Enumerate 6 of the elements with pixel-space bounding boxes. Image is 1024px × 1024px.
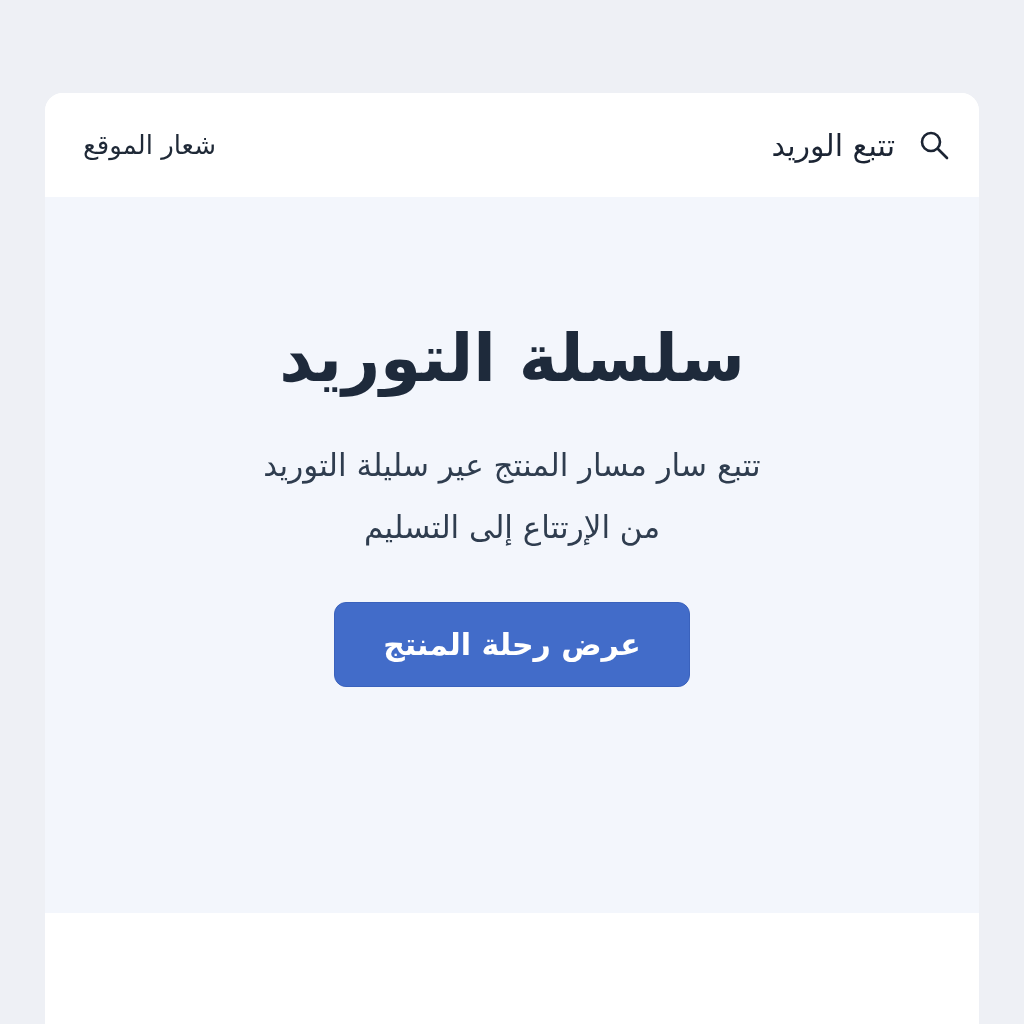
site-logo: شعار الموقع <box>83 128 216 163</box>
hero-subtitle: تتبع سار مسار المنتج عير سليلة التوريد من الإرتتاع إلى التسليم <box>262 446 762 548</box>
track-link[interactable]: تتبع الوريد <box>771 122 949 168</box>
hero-title: سلسلة التوريد <box>279 319 745 399</box>
search-icon <box>919 130 949 160</box>
view-journey-button[interactable]: عرض رحلة المنتج <box>334 602 690 688</box>
